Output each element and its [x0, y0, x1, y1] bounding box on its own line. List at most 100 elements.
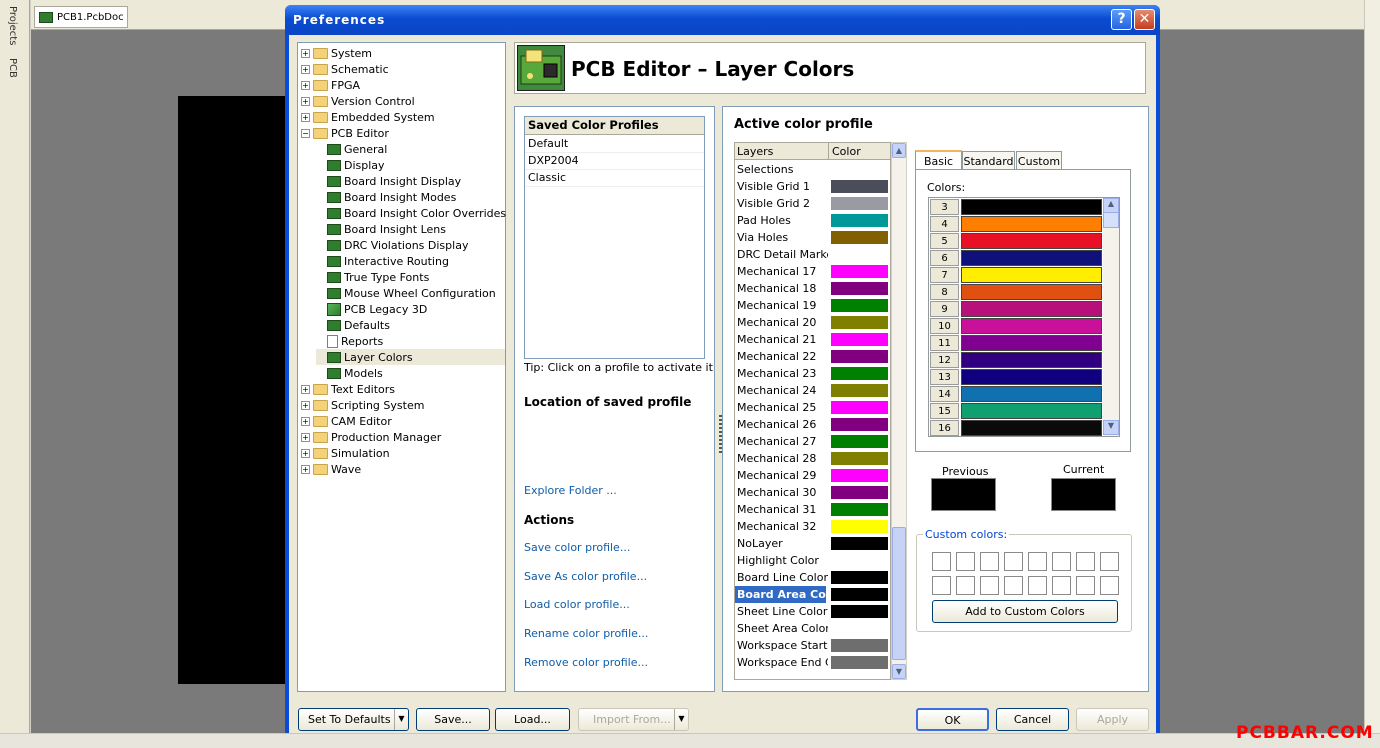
profile-item[interactable]: DXP2004: [525, 153, 704, 170]
custom-color-cell[interactable]: [932, 576, 951, 595]
remove-profile-link[interactable]: Remove color profile...: [524, 656, 648, 669]
palette-color-swatch[interactable]: [961, 250, 1102, 266]
layer-color-swatch[interactable]: [831, 180, 888, 193]
palette-color-swatch[interactable]: [961, 301, 1102, 317]
custom-color-cell[interactable]: [1100, 576, 1119, 595]
palette-row[interactable]: 5: [930, 233, 1102, 250]
palette-color-swatch[interactable]: [961, 318, 1102, 334]
palette-scrollbar[interactable]: ▲ ▼: [1103, 198, 1119, 436]
set-to-defaults-button[interactable]: Set To Defaults ▼: [298, 708, 409, 731]
layer-row[interactable]: Mechanical 19: [735, 297, 890, 314]
custom-color-cell[interactable]: [1100, 552, 1119, 571]
layer-row[interactable]: Mechanical 18: [735, 280, 890, 297]
dialog-title-bar[interactable]: Preferences ? ✕: [285, 5, 1160, 35]
layer-color-swatch[interactable]: [831, 486, 888, 499]
save-profile-link[interactable]: Save color profile...: [524, 541, 630, 554]
tree-item[interactable]: + FPGA: [301, 77, 360, 93]
layer-row[interactable]: Mechanical 30: [735, 484, 890, 501]
palette-color-swatch[interactable]: [961, 403, 1102, 419]
tree-item[interactable]: + Schematic: [301, 61, 389, 77]
tree-item[interactable]: PCB Legacy 3D: [316, 301, 427, 317]
load-profile-link[interactable]: Load color profile...: [524, 598, 630, 611]
palette-row[interactable]: 4: [930, 216, 1102, 233]
layer-color-swatch[interactable]: [831, 605, 888, 618]
layer-row[interactable]: DRC Detail Markers: [735, 246, 890, 263]
layer-color-list[interactable]: Layers Color Selections Visible Grid 1 Vis…: [734, 142, 891, 680]
apply-button[interactable]: Apply: [1076, 708, 1149, 731]
layer-row[interactable]: Board Area Color: [735, 586, 890, 603]
layer-color-swatch[interactable]: [831, 639, 888, 652]
palette-row[interactable]: 6: [930, 250, 1102, 267]
load-button[interactable]: Load...: [495, 708, 570, 731]
save-button[interactable]: Save...: [416, 708, 490, 731]
layer-color-swatch[interactable]: [831, 333, 888, 346]
close-button[interactable]: ✕: [1134, 9, 1155, 30]
projects-panel-tab[interactable]: Projects: [7, 6, 18, 45]
layer-row[interactable]: Mechanical 22: [735, 348, 890, 365]
palette-color-swatch[interactable]: [961, 216, 1102, 232]
tree-item[interactable]: Mouse Wheel Configuration: [316, 285, 496, 301]
palette-scroll-thumb[interactable]: [1103, 212, 1119, 228]
tree-item[interactable]: True Type Fonts: [316, 269, 429, 285]
tree-item[interactable]: Layer Colors: [316, 349, 505, 365]
custom-color-cell[interactable]: [932, 552, 951, 571]
custom-color-cell[interactable]: [1004, 552, 1023, 571]
custom-color-cell[interactable]: [980, 576, 999, 595]
expand-icon[interactable]: +: [301, 400, 310, 410]
expand-icon[interactable]: +: [301, 64, 310, 74]
layer-row[interactable]: Mechanical 31: [735, 501, 890, 518]
layer-color-swatch[interactable]: [831, 401, 888, 414]
layer-color-swatch[interactable]: [831, 282, 888, 295]
palette-color-swatch[interactable]: [961, 267, 1102, 283]
tree-item[interactable]: + Scripting System: [301, 397, 424, 413]
profile-item[interactable]: Classic: [525, 170, 704, 187]
tab-basic[interactable]: Basic: [915, 150, 962, 170]
dropdown-arrow-icon[interactable]: ▼: [394, 709, 408, 730]
layer-row[interactable]: Mechanical 25: [735, 399, 890, 416]
palette-color-swatch[interactable]: [961, 335, 1102, 351]
custom-color-cell[interactable]: [1052, 552, 1071, 571]
layer-list-scroll-thumb[interactable]: [892, 527, 906, 660]
tree-item[interactable]: Defaults: [316, 317, 390, 333]
layer-row[interactable]: Sheet Line Color: [735, 603, 890, 620]
saved-profiles-list[interactable]: Saved Color Profiles Default DXP2004 Cla…: [524, 116, 705, 359]
palette-color-swatch[interactable]: [961, 420, 1102, 436]
layer-color-swatch[interactable]: [831, 214, 888, 227]
color-column-header[interactable]: Color: [832, 145, 861, 158]
tree-item[interactable]: + CAM Editor: [301, 413, 392, 429]
expand-icon[interactable]: +: [301, 80, 310, 90]
layer-row[interactable]: Board Line Color: [735, 569, 890, 586]
layer-row[interactable]: Selections: [735, 161, 890, 178]
tree-item[interactable]: Board Insight Display: [316, 173, 461, 189]
ok-button[interactable]: OK: [916, 708, 989, 731]
tree-item[interactable]: + Wave: [301, 461, 361, 477]
custom-color-cell[interactable]: [1028, 552, 1047, 571]
palette-color-swatch[interactable]: [961, 386, 1102, 402]
expand-icon[interactable]: +: [301, 48, 310, 58]
rename-profile-link[interactable]: Rename color profile...: [524, 627, 648, 640]
layer-color-swatch[interactable]: [831, 503, 888, 516]
layer-row[interactable]: Workspace Start Color: [735, 637, 890, 654]
layer-color-swatch[interactable]: [831, 537, 888, 550]
palette-color-swatch[interactable]: [961, 284, 1102, 300]
layer-color-swatch[interactable]: [831, 299, 888, 312]
tree-item[interactable]: + Simulation: [301, 445, 390, 461]
tree-item[interactable]: + Text Editors: [301, 381, 395, 397]
layer-color-swatch[interactable]: [831, 248, 888, 261]
palette-row[interactable]: 8: [930, 284, 1102, 301]
tree-item[interactable]: + Version Control: [301, 93, 415, 109]
tree-item[interactable]: + System: [301, 45, 372, 61]
layer-color-swatch[interactable]: [831, 571, 888, 584]
tree-item[interactable]: Display: [316, 157, 385, 173]
custom-color-cell[interactable]: [1052, 576, 1071, 595]
layer-row[interactable]: Mechanical 21: [735, 331, 890, 348]
layer-color-swatch[interactable]: [831, 656, 888, 669]
layer-color-swatch[interactable]: [831, 384, 888, 397]
custom-color-cell[interactable]: [956, 552, 975, 571]
palette-row[interactable]: 7: [930, 267, 1102, 284]
add-to-custom-colors-button[interactable]: Add to Custom Colors: [932, 600, 1118, 623]
layer-row[interactable]: Sheet Area Color: [735, 620, 890, 637]
layer-row[interactable]: Mechanical 23: [735, 365, 890, 382]
tab-custom[interactable]: Custom: [1016, 151, 1062, 171]
tree-item[interactable]: − PCB Editor: [301, 125, 389, 141]
